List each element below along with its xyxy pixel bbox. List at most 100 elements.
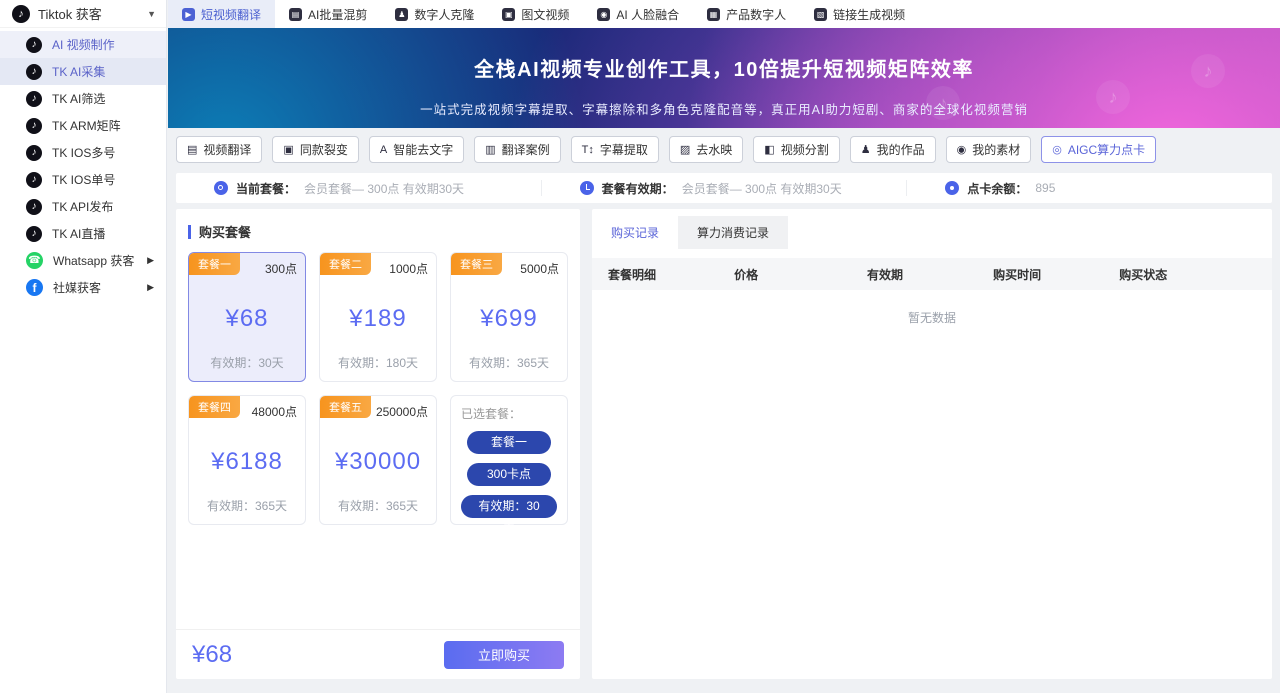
subtab-video-translate[interactable]: ▤ 视频翻译	[176, 136, 262, 163]
tab-link-to-video[interactable]: ▧ 链接生成视频	[800, 0, 919, 28]
subtab-smart-text-removal[interactable]: A 智能去文字	[369, 136, 464, 163]
subtab-label: 视频分割	[781, 141, 829, 158]
plan-points: 1000点	[389, 260, 428, 277]
sidebar-item-label: TK ARM矩阵	[52, 117, 121, 134]
subtab-label: 去水映	[696, 141, 732, 158]
sidebar-item-tk-ios-multi[interactable]: ♪ TK IOS多号	[0, 139, 166, 166]
sidebar-item-label: 社媒获客	[53, 279, 101, 296]
sidebar-item-whatsapp[interactable]: ☎ Whatsapp 获客 ▶	[0, 247, 166, 274]
nav-tab-label: 图文视频	[521, 6, 569, 23]
buy-now-button[interactable]: 立即购买	[444, 641, 564, 669]
current-plan-value: 会员套餐— 300点 有效期30天	[304, 180, 464, 197]
plan-card-2[interactable]: 套餐二 1000点 ¥189 有效期：180天	[319, 252, 437, 382]
plan-points: 5000点	[520, 260, 559, 277]
face-fusion-icon: ◉	[597, 8, 610, 21]
tiktok-watermark-icon: ♪	[926, 86, 960, 120]
plan-info-bar: 当前套餐： 会员套餐— 300点 有效期30天 套餐有效期： 会员套餐— 300…	[176, 173, 1272, 203]
video-split-icon: ◧	[764, 143, 774, 156]
plan-points: 48000点	[252, 403, 297, 420]
subtab-video-split[interactable]: ◧ 视频分割	[753, 136, 839, 163]
batch-clip-icon: ▤	[289, 8, 302, 21]
tiktok-note-icon: ♪	[26, 64, 42, 80]
tab-ai-batch-clip[interactable]: ▤ AI批量混剪	[275, 0, 381, 28]
plan-validity: 有效期：180天	[320, 354, 436, 371]
tab-product-avatar[interactable]: ▦ 产品数字人	[693, 0, 800, 28]
subtab-label: 字幕提取	[600, 141, 648, 158]
sidebar: ♪ Tiktok 获客 ▼ ♪ AI 视频制作 ♪ TK AI采集 ♪ TK A…	[0, 0, 167, 693]
subtab-aigc-point-card[interactable]: ◎ AIGC算力点卡	[1041, 136, 1156, 163]
subtab-my-assets[interactable]: ◉ 我的素材	[946, 136, 1032, 163]
hero-banner: ♪ ♪ ♪ 全栈AI视频专业创作工具，10倍提升短视频矩阵效率 一站式完成视频字…	[168, 28, 1280, 128]
tab-image-text-video[interactable]: ▣ 图文视频	[488, 0, 583, 28]
tab-purchase-records[interactable]: 购买记录	[592, 216, 678, 249]
card-balance-label: 点卡余额：	[967, 180, 1027, 197]
selected-plan-tag[interactable]: 套餐一	[467, 431, 551, 454]
subtab-label: 我的素材	[972, 141, 1020, 158]
subtab-label: 我的作品	[877, 141, 925, 158]
sidebar-item-label: TK IOS单号	[52, 171, 115, 188]
plan-validity-value: 会员套餐— 300点 有效期30天	[682, 180, 842, 197]
subtab-subtitle-extract[interactable]: T↕ 字幕提取	[571, 136, 659, 163]
point-card-icon	[945, 181, 959, 195]
sidebar-item-label: AI 视频制作	[52, 36, 115, 53]
sidebar-item-label: TK AI采集	[52, 63, 105, 80]
plan-card-5[interactable]: 套餐五 250000点 ¥30000 有效期：365天	[319, 395, 437, 525]
chevron-down-icon: ▼	[147, 9, 156, 19]
tiktok-note-icon: ♪	[26, 118, 42, 134]
sidebar-item-label: TK API发布	[52, 198, 113, 215]
subtab-watermark-removal[interactable]: ▨ 去水映	[669, 136, 743, 163]
subtab-same-style-clone[interactable]: ▣ 同款裂变	[272, 136, 358, 163]
main-area: ▶ 短视频翻译 ▤ AI批量混剪 ♟ 数字人克隆 ▣ 图文视频 ◉ AI 人脸融…	[168, 0, 1280, 693]
subtab-translate-cases[interactable]: ▥ 翻译案例	[474, 136, 560, 163]
sidebar-item-tk-ai-collect[interactable]: ♪ TK AI采集	[0, 58, 166, 85]
sidebar-item-label: TK AI筛选	[52, 90, 105, 107]
selected-validity-tag[interactable]: 有效期：30天	[461, 495, 557, 518]
sidebar-item-social-media[interactable]: f 社媒获客 ▶	[0, 274, 166, 301]
plan-card-4[interactable]: 套餐四 48000点 ¥6188 有效期：365天	[188, 395, 306, 525]
tiktok-watermark-icon: ♪	[1191, 54, 1225, 88]
tab-ai-face-fusion[interactable]: ◉ AI 人脸融合	[583, 0, 693, 28]
subtab-my-works[interactable]: ♟ 我的作品	[850, 136, 936, 163]
facebook-icon: f	[26, 279, 43, 296]
tiktok-note-icon: ♪	[26, 37, 42, 53]
column-validity: 有效期	[867, 266, 993, 283]
records-panel: 购买记录 算力消费记录 套餐明细 价格 有效期 购买时间 购买状态 暂无数据	[592, 209, 1272, 679]
card-balance-value: 895	[1035, 181, 1055, 195]
sidebar-item-tk-arm-matrix[interactable]: ♪ TK ARM矩阵	[0, 112, 166, 139]
nav-tab-label: AI 人脸融合	[616, 6, 679, 23]
tiktok-note-icon: ♪	[26, 226, 42, 242]
plan-badge: 套餐二	[320, 253, 371, 275]
sidebar-item-tk-ai-filter[interactable]: ♪ TK AI筛选	[0, 85, 166, 112]
records-table-header: 套餐明细 价格 有效期 购买时间 购买状态	[592, 258, 1272, 290]
tab-digital-human-clone[interactable]: ♟ 数字人克隆	[381, 0, 488, 28]
subtab-label: AIGC算力点卡	[1068, 141, 1145, 158]
current-plan-segment: 当前套餐： 会员套餐— 300点 有效期30天	[176, 180, 541, 196]
tiktok-logo-icon: ♪	[12, 5, 30, 23]
tiktok-note-icon: ♪	[26, 199, 42, 215]
plan-card-3[interactable]: 套餐三 5000点 ¥699 有效期：365天	[450, 252, 568, 382]
purchase-footer: ¥68 立即购买	[176, 629, 580, 679]
tiktok-watermark-icon: ♪	[1096, 80, 1130, 114]
copy-fission-icon: ▣	[283, 143, 293, 156]
subtitle-extract-icon: T↕	[582, 144, 594, 156]
nav-tab-label: 数字人克隆	[414, 6, 474, 23]
hero-title: 全栈AI视频专业创作工具，10倍提升短视频矩阵效率	[168, 28, 1280, 82]
product-avatar-icon: ▦	[707, 8, 720, 21]
plan-price: ¥6188	[189, 448, 305, 476]
sidebar-item-tk-ios-single[interactable]: ♪ TK IOS单号	[0, 166, 166, 193]
tab-consumption-records[interactable]: 算力消费记录	[678, 216, 788, 249]
sidebar-item-tk-ai-live[interactable]: ♪ TK AI直播	[0, 220, 166, 247]
text-remove-icon: A	[380, 144, 387, 156]
plan-validity: 有效期：365天	[451, 354, 567, 371]
sidebar-item-tk-api-publish[interactable]: ♪ TK API发布	[0, 193, 166, 220]
brand-selector[interactable]: ♪ Tiktok 获客 ▼	[0, 0, 166, 28]
tab-short-video-translate[interactable]: ▶ 短视频翻译	[168, 0, 275, 28]
sidebar-item-ai-video-create[interactable]: ♪ AI 视频制作	[0, 31, 166, 58]
sidebar-item-label: TK AI直播	[52, 225, 105, 242]
selected-points-tag[interactable]: 300卡点	[467, 463, 551, 486]
chevron-right-icon: ▶	[147, 255, 154, 266]
plan-badge: 套餐四	[189, 396, 240, 418]
chevron-right-icon: ▶	[147, 282, 154, 293]
plan-points: 300点	[265, 260, 297, 277]
plan-card-1[interactable]: 套餐一 300点 ¥68 有效期：30天	[188, 252, 306, 382]
